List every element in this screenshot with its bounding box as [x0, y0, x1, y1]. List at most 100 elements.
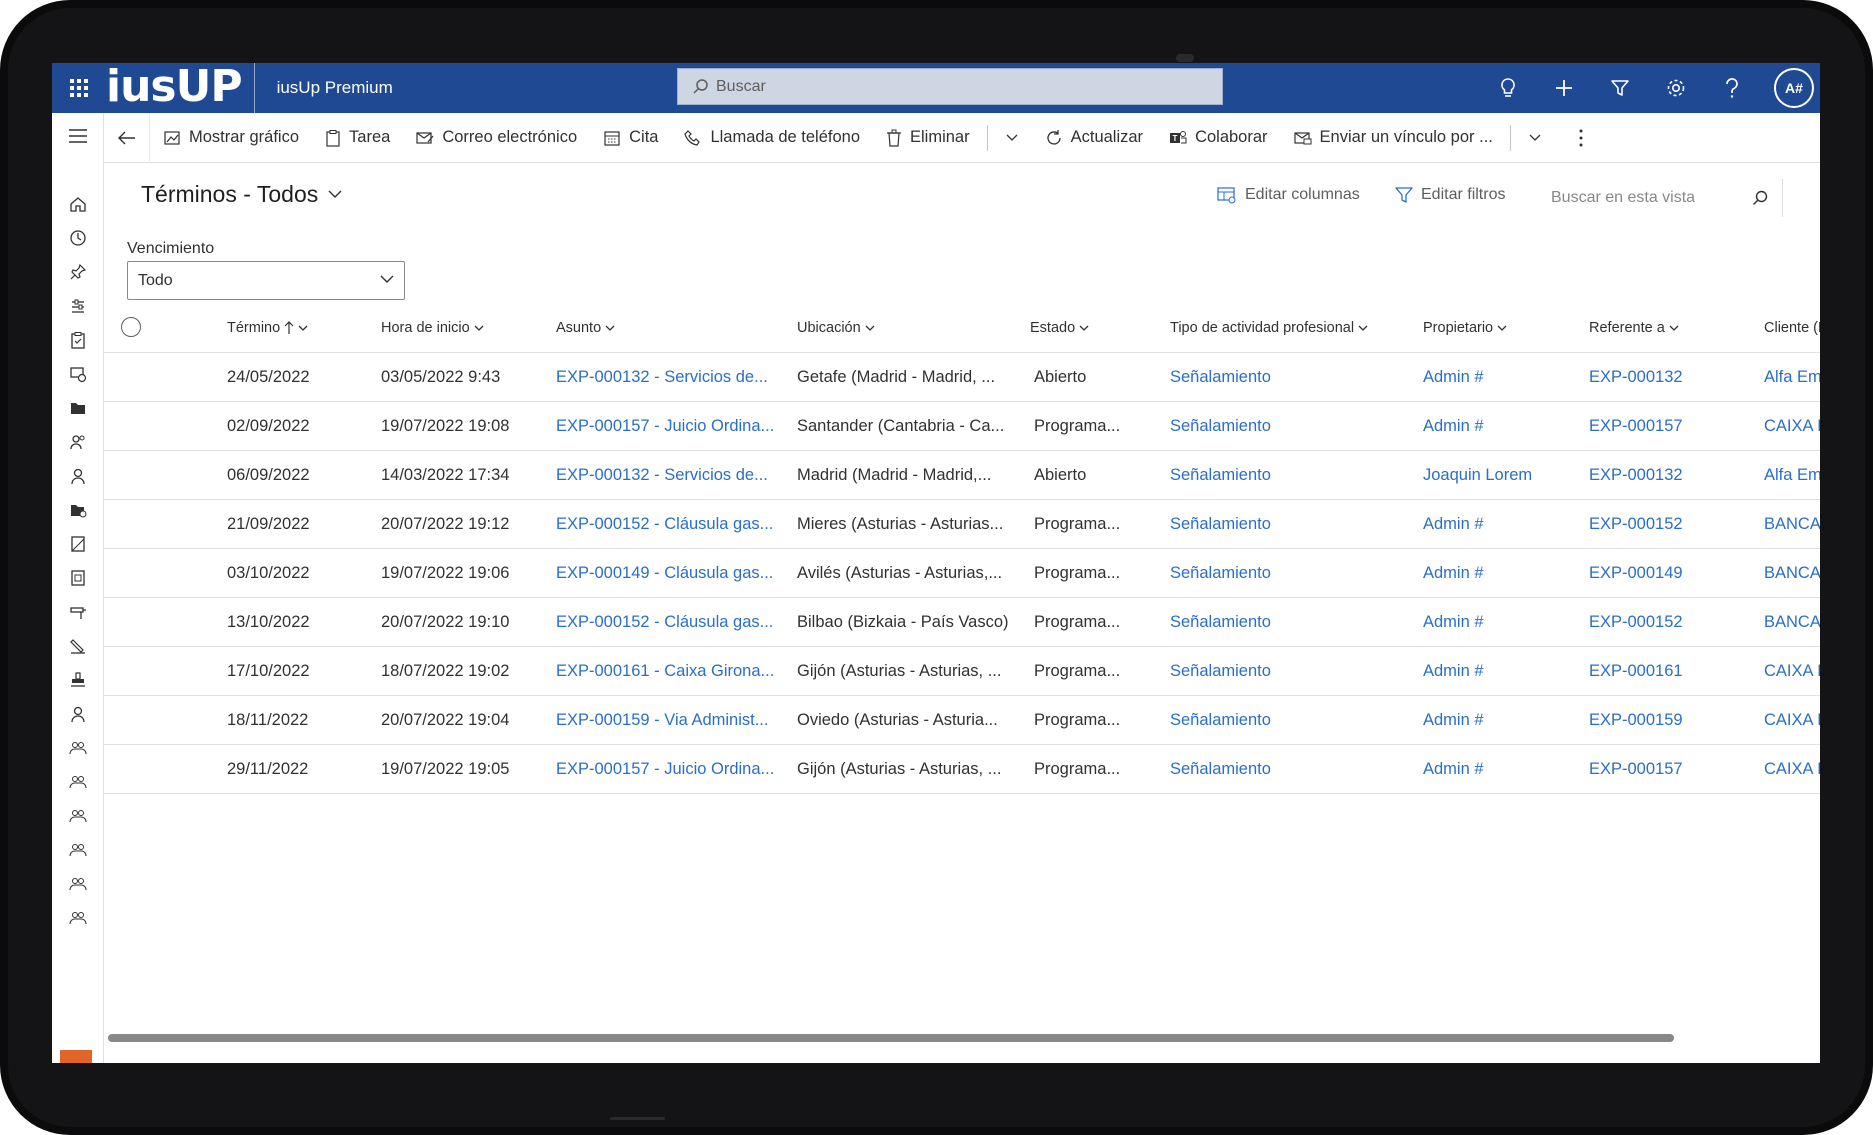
- folder-settings-icon[interactable]: [52, 493, 104, 527]
- edit-filters-button[interactable]: Editar filtros: [1395, 186, 1505, 204]
- team-icon[interactable]: [52, 867, 104, 901]
- cell-asunto[interactable]: EXP-000132 - Servicios de...: [556, 353, 781, 402]
- cell-cliente[interactable]: CAIXA FAR: [1764, 696, 1820, 745]
- cell-cliente[interactable]: BANCA DE: [1764, 549, 1820, 598]
- cell-asunto[interactable]: EXP-000159 - Via Administ...: [556, 696, 781, 745]
- refresh-button[interactable]: Actualizar: [1032, 113, 1156, 163]
- column-header-cliente[interactable]: Cliente (Refe: [1764, 303, 1820, 353]
- cell-cliente[interactable]: CAIXA FAR: [1764, 745, 1820, 794]
- document-icon[interactable]: [52, 527, 104, 561]
- app-launcher-icon[interactable]: [52, 63, 106, 113]
- folder-icon[interactable]: [52, 391, 104, 425]
- column-header-referente[interactable]: Referente a: [1589, 303, 1679, 353]
- table-row[interactable]: 03/10/2022 19/07/2022 19:06 EXP-000149 - C…: [104, 549, 1820, 598]
- cell-tipo-actividad[interactable]: Señalamiento: [1170, 745, 1410, 794]
- cell-tipo-actividad[interactable]: Señalamiento: [1170, 598, 1410, 647]
- column-header-estado[interactable]: Estado: [1030, 303, 1089, 353]
- cell-asunto[interactable]: EXP-000132 - Servicios de...: [556, 451, 781, 500]
- send-link-button[interactable]: Enviar un vínculo por ...: [1281, 113, 1506, 163]
- cell-cliente[interactable]: CAIXA FAR: [1764, 647, 1820, 696]
- cell-tipo-actividad[interactable]: Señalamiento: [1170, 500, 1410, 549]
- cell-tipo-actividad[interactable]: Señalamiento: [1170, 696, 1410, 745]
- cell-propietario[interactable]: Joaquin Lorem: [1423, 451, 1578, 500]
- view-search-input[interactable]: Buscar en esta vista: [1543, 179, 1783, 217]
- more-commands-chevron-down-icon[interactable]: [992, 113, 1032, 163]
- cell-propietario[interactable]: Admin #: [1423, 647, 1578, 696]
- cell-propietario[interactable]: Admin #: [1423, 598, 1578, 647]
- stamp-icon[interactable]: [52, 663, 104, 697]
- contacts-icon[interactable]: [52, 425, 104, 459]
- team-icon[interactable]: [52, 765, 104, 799]
- cell-cliente[interactable]: CAIXA FAR: [1764, 402, 1820, 451]
- cell-referente[interactable]: EXP-000161: [1589, 647, 1749, 696]
- clipboard-icon[interactable]: [52, 323, 104, 357]
- phone-call-button[interactable]: Llamada de teléfono: [671, 113, 873, 163]
- plus-icon[interactable]: [1536, 63, 1592, 113]
- cell-referente[interactable]: EXP-000157: [1589, 745, 1749, 794]
- pin-icon[interactable]: [52, 255, 104, 289]
- team-icon[interactable]: [52, 799, 104, 833]
- notebook-icon[interactable]: [52, 561, 104, 595]
- recent-icon[interactable]: [52, 221, 104, 255]
- team-icon[interactable]: [52, 901, 104, 935]
- table-row[interactable]: 21/09/2022 20/07/2022 19:12 EXP-000152 - C…: [104, 500, 1820, 549]
- cell-asunto[interactable]: EXP-000152 - Cláusula gas...: [556, 598, 781, 647]
- task-button[interactable]: Tarea: [312, 113, 403, 163]
- cell-referente[interactable]: EXP-000152: [1589, 598, 1749, 647]
- table-row[interactable]: 02/09/2022 19/07/2022 19:08 EXP-000157 - J…: [104, 402, 1820, 451]
- lightbulb-icon[interactable]: [1480, 63, 1536, 113]
- cell-cliente[interactable]: Alfa Empre: [1764, 451, 1820, 500]
- user-avatar-button[interactable]: A#: [1760, 63, 1820, 113]
- cell-asunto[interactable]: EXP-000152 - Cláusula gas...: [556, 500, 781, 549]
- show-chart-button[interactable]: Mostrar gráfico: [150, 113, 312, 163]
- team-icon[interactable]: [52, 833, 104, 867]
- cell-cliente[interactable]: BANCA DE: [1764, 500, 1820, 549]
- email-button[interactable]: Correo electrónico: [403, 113, 590, 163]
- cell-referente[interactable]: EXP-000152: [1589, 500, 1749, 549]
- cell-asunto[interactable]: EXP-000157 - Juicio Ordina...: [556, 745, 781, 794]
- brand-logo[interactable]: iusUP: [106, 63, 255, 113]
- cell-tipo-actividad[interactable]: Señalamiento: [1170, 549, 1410, 598]
- help-icon[interactable]: [1704, 63, 1760, 113]
- back-arrow-icon[interactable]: [104, 112, 150, 163]
- cell-tipo-actividad[interactable]: Señalamiento: [1170, 353, 1410, 402]
- cell-referente[interactable]: EXP-000132: [1589, 353, 1749, 402]
- dashboard-icon[interactable]: [52, 357, 104, 391]
- cell-tipo-actividad[interactable]: Señalamiento: [1170, 402, 1410, 451]
- settings-sliders-icon[interactable]: [52, 289, 104, 323]
- table-row[interactable]: 29/11/2022 19/07/2022 19:05 EXP-000157 - J…: [104, 745, 1820, 794]
- table-row[interactable]: 06/09/2022 14/03/2022 17:34 EXP-000132 - S…: [104, 451, 1820, 500]
- person-icon[interactable]: [52, 459, 104, 493]
- cell-asunto[interactable]: EXP-000161 - Caixa Girona...: [556, 647, 781, 696]
- table-row[interactable]: 13/10/2022 20/07/2022 19:10 EXP-000152 - C…: [104, 598, 1820, 647]
- area-switcher-badge[interactable]: [60, 1050, 92, 1063]
- collaborate-button[interactable]: T Colaborar: [1156, 113, 1280, 163]
- cell-propietario[interactable]: Admin #: [1423, 402, 1578, 451]
- select-all-checkbox[interactable]: [121, 317, 141, 337]
- cell-propietario[interactable]: Admin #: [1423, 745, 1578, 794]
- gear-icon[interactable]: [1648, 63, 1704, 113]
- column-header-propietario[interactable]: Propietario: [1423, 303, 1507, 353]
- horizontal-scrollbar[interactable]: [108, 1034, 1674, 1042]
- pen-icon[interactable]: [52, 629, 104, 663]
- cell-referente[interactable]: EXP-000149: [1589, 549, 1749, 598]
- hamburger-menu-icon[interactable]: [52, 113, 104, 158]
- view-selector[interactable]: Términos - Todos: [141, 181, 342, 208]
- user-icon[interactable]: [52, 697, 104, 731]
- column-header-asunto[interactable]: Asunto: [556, 303, 615, 353]
- app-name[interactable]: iusUp Premium: [277, 78, 393, 98]
- cell-cliente[interactable]: BANCA DE: [1764, 598, 1820, 647]
- tool-icon[interactable]: [52, 595, 104, 629]
- column-header-tipo-actividad[interactable]: Tipo de actividad profesional: [1170, 303, 1368, 353]
- due-filter-dropdown[interactable]: Todo: [127, 261, 405, 300]
- column-header-ubicacion[interactable]: Ubicación: [797, 303, 875, 353]
- filter-icon[interactable]: [1592, 63, 1648, 113]
- cell-tipo-actividad[interactable]: Señalamiento: [1170, 647, 1410, 696]
- appointment-button[interactable]: Cita: [590, 113, 671, 163]
- cell-referente[interactable]: EXP-000159: [1589, 696, 1749, 745]
- home-icon[interactable]: [52, 187, 104, 221]
- column-header-termino[interactable]: Término: [227, 303, 308, 353]
- global-search-input[interactable]: Buscar: [677, 68, 1223, 105]
- cell-referente[interactable]: EXP-000157: [1589, 402, 1749, 451]
- search-icon[interactable]: [1752, 190, 1768, 206]
